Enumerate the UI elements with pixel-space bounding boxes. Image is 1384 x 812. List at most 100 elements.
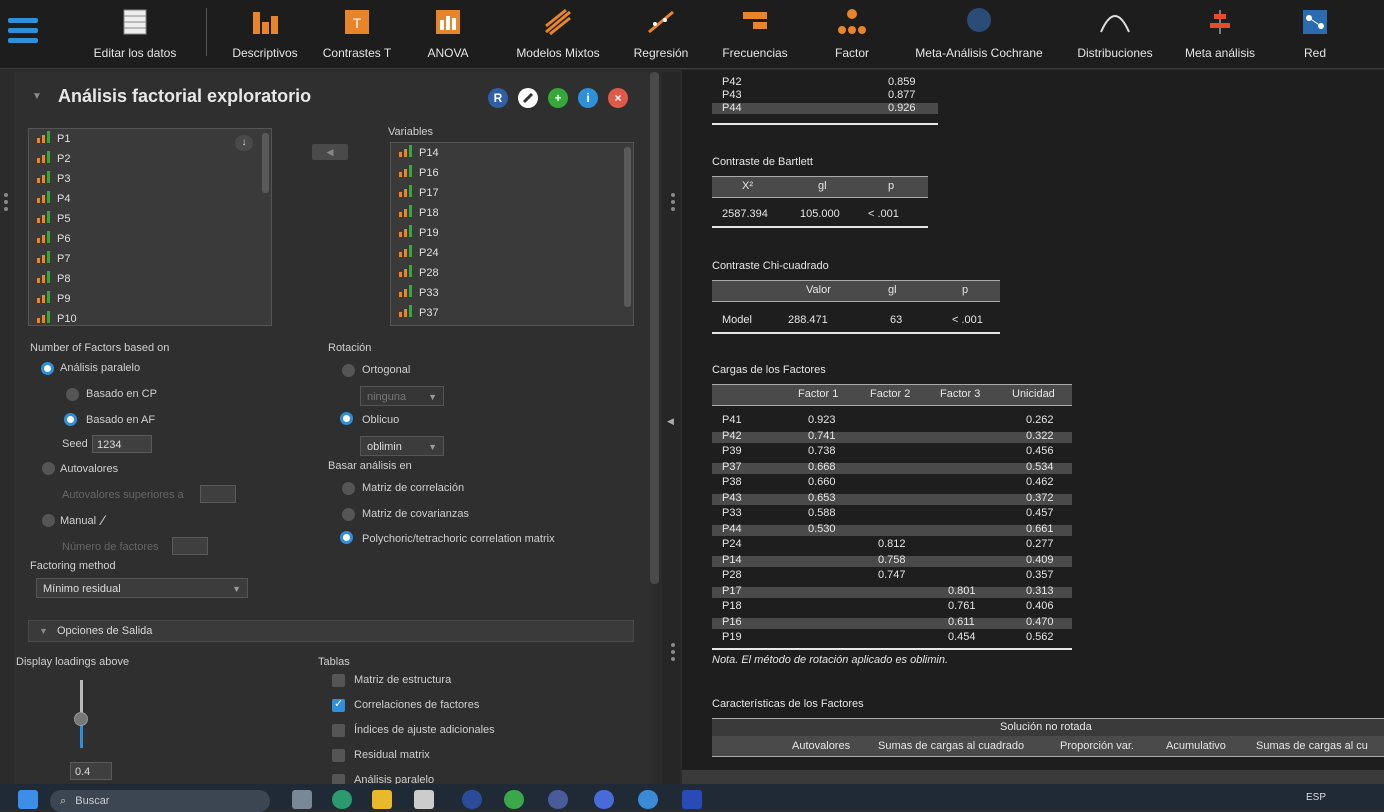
variable-item[interactable]: P5 <box>29 209 271 229</box>
add-button[interactable]: + <box>548 88 568 108</box>
toolbar-meta-analysis[interactable]: Meta análisis <box>1174 0 1266 68</box>
polychoric-radio[interactable] <box>340 531 353 544</box>
edit-icon[interactable] <box>518 88 538 108</box>
table-cell: 0.562 <box>1026 631 1054 643</box>
list-scrollbar[interactable] <box>262 133 269 193</box>
selected-variable-item[interactable]: P14 <box>391 143 633 163</box>
selected-variable-item[interactable]: P18 <box>391 203 633 223</box>
selected-variable-item[interactable]: P17 <box>391 183 633 203</box>
variable-name: P33 <box>419 287 439 299</box>
variable-item[interactable]: P9 <box>29 289 271 309</box>
span-header: Solución no rotada <box>1000 721 1092 733</box>
toolbar-t-tests[interactable]: T Contrastes T <box>318 0 396 68</box>
seed-input[interactable]: 1234 <box>92 435 152 453</box>
close-button[interactable]: × <box>608 88 628 108</box>
left-panel-grip[interactable] <box>2 190 10 214</box>
app-icon[interactable] <box>638 790 658 809</box>
selected-variable-item[interactable]: P33 <box>391 283 633 303</box>
app-icon[interactable] <box>504 790 524 809</box>
variable-item[interactable]: P7 <box>29 249 271 269</box>
toolbar-factor[interactable]: Factor <box>824 0 880 68</box>
selected-variable-item[interactable]: P24 <box>391 243 633 263</box>
orthogonal-select[interactable]: ninguna ▼ <box>360 386 444 406</box>
options-scrollbar[interactable] <box>650 72 659 584</box>
selected-variables-list[interactable]: P14 P16 P17 P18 P19 P24 P28 P33 P37 <box>390 142 634 326</box>
loadings-header: Factor 1 Factor 2 Factor 3 Unicidad <box>712 384 1072 406</box>
available-variables-list[interactable]: P1 P2 P3 P4 P5 P6 P7 P8 P9 P10 ↓ <box>28 128 272 326</box>
toolbar-anova[interactable]: ANOVA <box>418 0 478 68</box>
toolbar-network[interactable]: Red <box>1290 0 1340 68</box>
selected-variable-item[interactable]: P19 <box>391 223 633 243</box>
oblique-select[interactable]: oblimin ▼ <box>360 436 444 456</box>
toolbar-mixed-models[interactable]: Modelos Mixtos <box>506 0 610 68</box>
variable-item[interactable]: P6 <box>29 229 271 249</box>
toolbar-frequencies[interactable]: Frecuencias <box>712 0 798 68</box>
table-option-checkbox[interactable] <box>332 749 345 762</box>
eigen-above-input[interactable] <box>200 485 236 503</box>
file-explorer-icon[interactable] <box>372 790 392 809</box>
variable-name: P6 <box>57 233 71 245</box>
eigenvalues-radio[interactable] <box>42 462 55 475</box>
display-loadings-input[interactable]: 0.4 <box>70 762 112 780</box>
table-cell: 0.530 <box>808 522 836 535</box>
language-indicator[interactable]: ESP <box>1306 792 1326 803</box>
variable-name: P4 <box>57 193 71 205</box>
panel-splitter[interactable]: ◀ <box>662 72 680 784</box>
variable-item[interactable]: P10 <box>29 309 271 325</box>
move-variable-button[interactable]: ◀ <box>312 144 348 160</box>
table-cell: 0.454 <box>948 631 976 643</box>
app-icon[interactable] <box>682 790 702 809</box>
info-button[interactable]: i <box>578 88 598 108</box>
splitter-grip[interactable] <box>669 640 677 664</box>
hamburger-menu-icon[interactable] <box>8 18 38 46</box>
app-icon[interactable] <box>594 790 614 809</box>
orthogonal-radio[interactable] <box>342 364 355 377</box>
display-loadings-slider[interactable] <box>74 680 88 748</box>
edge-icon[interactable] <box>332 790 352 809</box>
collapse-arrow-icon[interactable]: ▼ <box>32 91 42 102</box>
list-scrollbar[interactable] <box>624 147 631 307</box>
windows-start-icon[interactable] <box>18 790 38 809</box>
selected-variable-item[interactable]: P28 <box>391 263 633 283</box>
corr-matrix-radio[interactable] <box>342 482 355 495</box>
variable-item[interactable]: P2 <box>29 149 271 169</box>
splitter-grip[interactable] <box>669 190 677 214</box>
app-icon[interactable] <box>462 790 482 809</box>
parallel-analysis-radio[interactable] <box>41 362 54 375</box>
output-options-header[interactable]: ▼ Opciones de Salida <box>28 620 634 642</box>
characteristics-header: Autovalores Sumas de cargas al cuadrado … <box>712 736 1384 757</box>
fa-based-radio[interactable] <box>64 413 77 426</box>
oblique-radio[interactable] <box>340 412 353 425</box>
table-cell: P44 <box>722 522 742 535</box>
collapse-left-icon[interactable]: ◀ <box>667 416 674 427</box>
table-cell: 0.668 <box>808 460 836 473</box>
app-icon[interactable] <box>548 790 568 809</box>
results-scrollbar[interactable] <box>682 770 1384 784</box>
table-option-checkbox[interactable] <box>332 674 345 687</box>
table-cell: P39 <box>722 445 742 457</box>
column-header: p <box>888 180 895 192</box>
table-option-checkbox[interactable] <box>332 774 345 784</box>
toolbar-regression[interactable]: Regresión <box>626 0 696 68</box>
selected-variable-item[interactable]: P37 <box>391 303 633 323</box>
table-option-checkbox[interactable] <box>332 697 345 712</box>
manual-radio[interactable] <box>42 514 55 527</box>
toolbar-cochrane[interactable]: Meta-Análisis Cochrane <box>898 0 1060 68</box>
toolbar-descriptives[interactable]: Descriptivos <box>222 0 308 68</box>
r-syntax-button[interactable]: R <box>488 88 508 108</box>
selected-variable-item[interactable]: P16 <box>391 163 633 183</box>
pc-based-radio[interactable] <box>66 388 79 401</box>
cov-matrix-radio[interactable] <box>342 508 355 521</box>
variable-item[interactable]: P8 <box>29 269 271 289</box>
factoring-method-select[interactable]: Mínimo residual ▼ <box>36 578 248 598</box>
num-factors-input[interactable] <box>172 537 208 555</box>
spreadsheet-icon <box>123 9 147 35</box>
table-option-checkbox[interactable] <box>332 724 345 737</box>
task-view-icon[interactable] <box>292 790 312 809</box>
variable-item[interactable]: P4 <box>29 189 271 209</box>
variable-item[interactable]: P3 <box>29 169 271 189</box>
sort-icon[interactable]: ↓ <box>235 135 253 151</box>
toolbar-distributions[interactable]: Distribuciones <box>1066 0 1164 68</box>
toolbar-edit-data[interactable]: Editar los datos <box>80 0 190 68</box>
app-icon[interactable] <box>414 790 434 809</box>
